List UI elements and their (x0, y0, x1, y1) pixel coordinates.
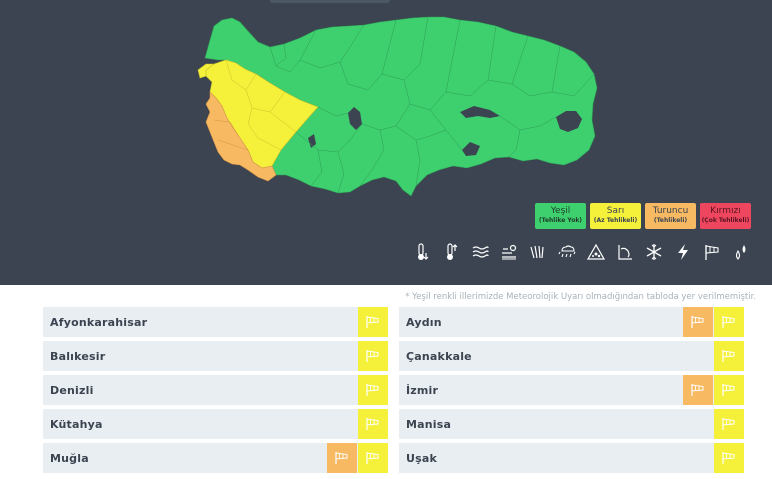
snow-icon[interactable] (643, 242, 664, 262)
map-panel: Yeşil (Tehlike Yok) Sarı (Az Tehlikeli) … (0, 0, 772, 285)
wind-warning-yellow-icon[interactable] (358, 307, 388, 337)
province-name: Aydın (406, 316, 442, 329)
province-row[interactable]: Muğla (43, 443, 388, 473)
warning-badges (358, 341, 388, 371)
drizzle-icon[interactable] (730, 242, 751, 262)
province-list-right: Aydın Çanakkale İzmir Manisa Uşak (399, 307, 744, 477)
warning-badges (714, 443, 744, 473)
warning-badges (358, 307, 388, 337)
province-row[interactable]: Afyonkarahisar (43, 307, 388, 337)
province-name: Afyonkarahisar (50, 316, 148, 329)
warning-badges (714, 341, 744, 371)
severity-legend: Yeşil (Tehlike Yok) Sarı (Az Tehlikeli) … (535, 203, 751, 229)
province-row[interactable]: Kütahya (43, 409, 388, 439)
wind-warning-yellow-icon[interactable] (714, 307, 744, 337)
legend-green: Yeşil (Tehlike Yok) (535, 203, 586, 229)
warning-badges (358, 375, 388, 405)
legend-green-name: Yeşil (550, 206, 571, 216)
province-row[interactable]: Denizli (43, 375, 388, 405)
province-name: Muğla (50, 452, 89, 465)
legend-orange: Turuncu (Tehlikeli) (645, 203, 696, 229)
province-list-left: Afyonkarahisar Balıkesir Denizli Kütahya… (43, 307, 388, 477)
warning-badges (683, 375, 744, 405)
legend-red-name: Kırmızı (710, 206, 741, 216)
province-name: Balıkesir (50, 350, 106, 363)
wind-warning-yellow-icon[interactable] (714, 375, 744, 405)
wind-warning-yellow-icon[interactable] (358, 375, 388, 405)
province-name: Çanakkale (406, 350, 472, 363)
warning-badges (358, 409, 388, 439)
warning-badges (683, 307, 744, 337)
footnote: * Yeşil renkli illerimizde Meteorolojik … (405, 292, 756, 302)
legend-orange-desc: (Tehlikeli) (653, 217, 688, 224)
province-row[interactable]: Balıkesir (43, 341, 388, 371)
wind-warning-yellow-icon[interactable] (358, 443, 388, 473)
province-row[interactable]: Uşak (399, 443, 744, 473)
wind-warning-orange-icon[interactable] (683, 375, 713, 405)
thermometer-hot-icon[interactable] (440, 242, 461, 262)
legend-yellow-desc: (Az Tehlikeli) (593, 217, 638, 224)
wind-warning-yellow-icon[interactable] (714, 409, 744, 439)
agriculture-frost-icon[interactable] (614, 242, 635, 262)
legend-red-desc: (Çok Tehlikeli) (701, 217, 750, 224)
province-name: Kütahya (50, 418, 103, 431)
legend-green-desc: (Tehlike Yok) (538, 217, 583, 224)
legend-red: Kırmızı (Çok Tehlikeli) (700, 203, 751, 229)
province-name: Uşak (406, 452, 438, 465)
wind-warning-orange-icon[interactable] (683, 307, 713, 337)
province-name: Denizli (50, 384, 94, 397)
province-name: İzmir (406, 384, 439, 397)
province-name: Manisa (406, 418, 452, 431)
legend-yellow: Sarı (Az Tehlikeli) (590, 203, 641, 229)
thermometer-cold-icon[interactable] (411, 242, 432, 262)
warning-badges (327, 443, 388, 473)
province-row[interactable]: Çanakkale (399, 341, 744, 371)
wind-warning-yellow-icon[interactable] (358, 341, 388, 371)
hazard-icon-bar (411, 242, 751, 262)
fog-icon[interactable] (469, 242, 490, 262)
wind-warning-yellow-icon[interactable] (358, 409, 388, 439)
avalanche-icon[interactable] (585, 242, 606, 262)
warning-badges (714, 409, 744, 439)
legend-orange-name: Turuncu (652, 206, 689, 216)
province-row[interactable]: Aydın (399, 307, 744, 337)
wind-warning-yellow-icon[interactable] (714, 443, 744, 473)
wind-warning-orange-icon[interactable] (327, 443, 357, 473)
wind-warning-yellow-icon[interactable] (714, 341, 744, 371)
wind-icon[interactable] (701, 242, 722, 262)
rain-icon[interactable] (527, 242, 548, 262)
lightning-icon[interactable] (672, 242, 693, 262)
dust-icon[interactable] (498, 242, 519, 262)
province-row[interactable]: İzmir (399, 375, 744, 405)
thunder-rain-icon[interactable] (556, 242, 577, 262)
legend-yellow-name: Sarı (606, 206, 625, 216)
province-row[interactable]: Manisa (399, 409, 744, 439)
